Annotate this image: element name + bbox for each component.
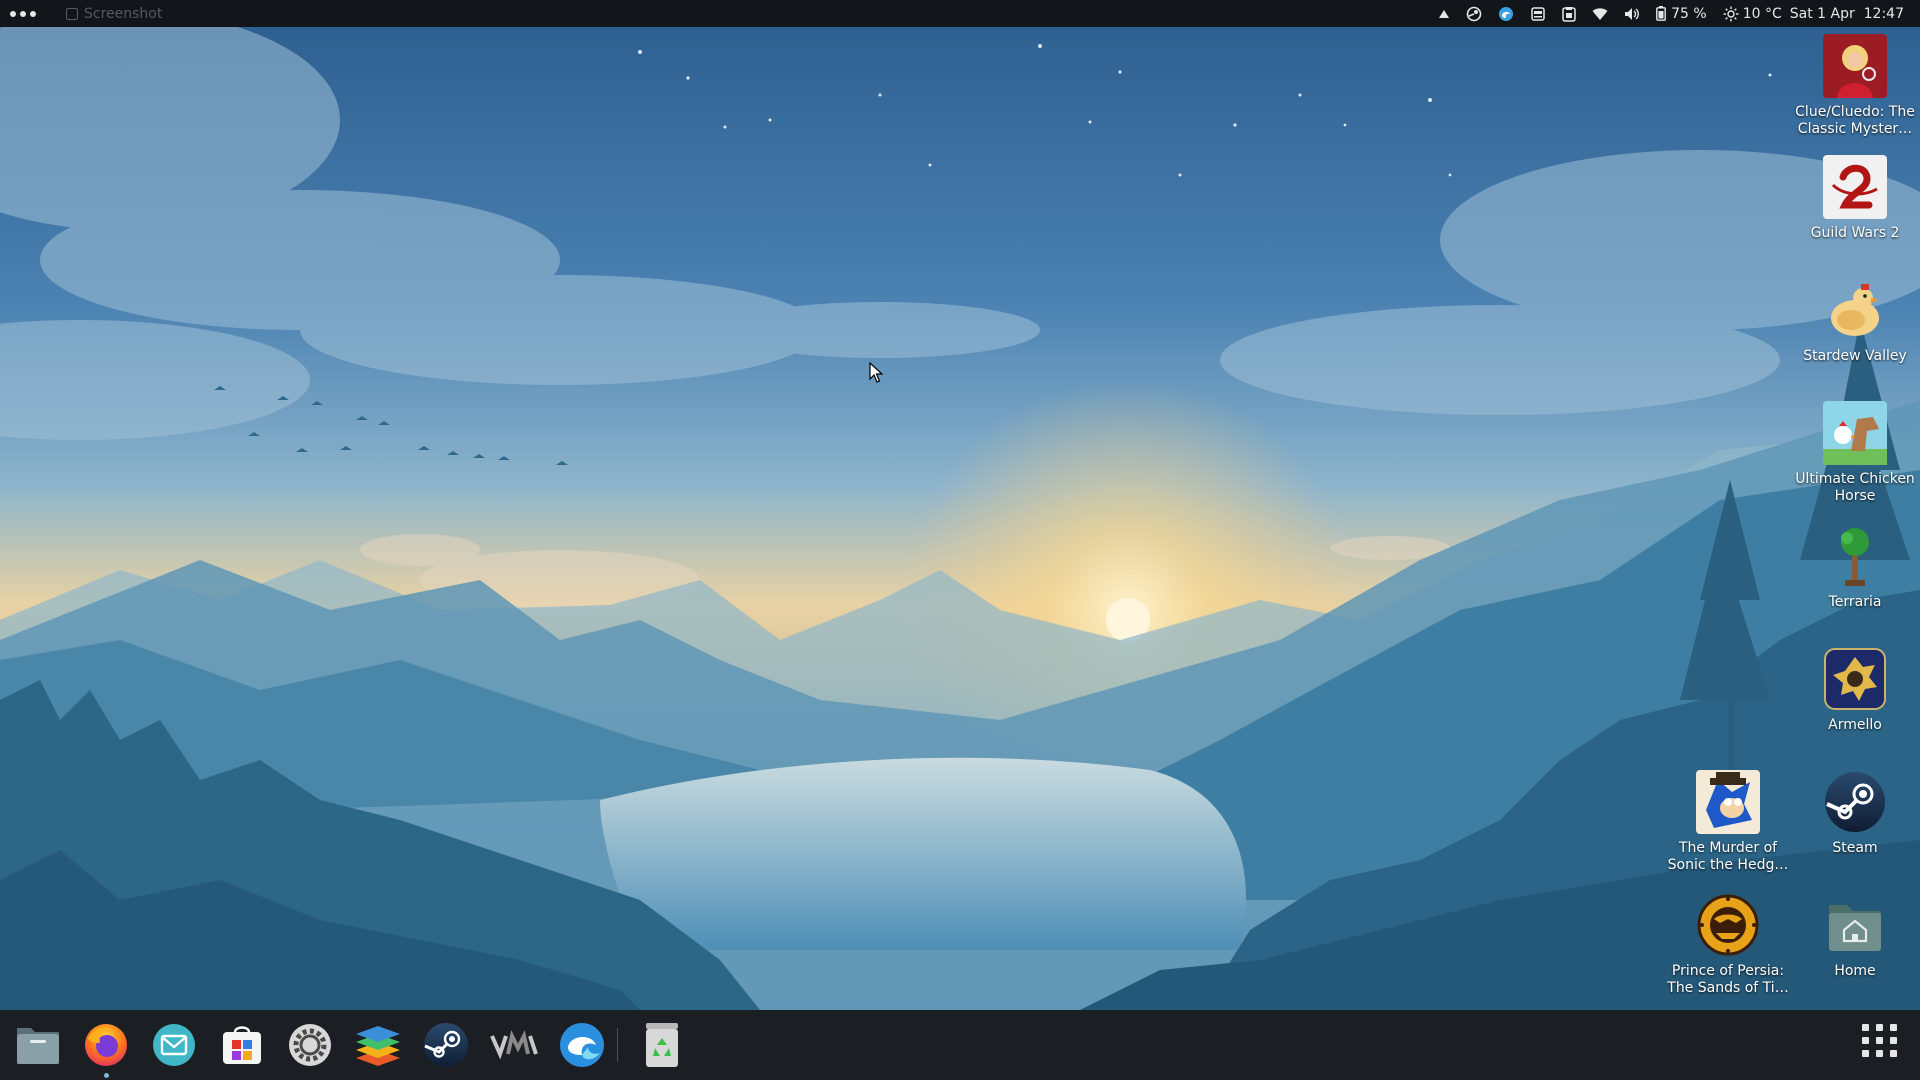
vm-icon — [490, 1030, 538, 1060]
desktop-icon-home[interactable]: Home — [1793, 893, 1917, 980]
volume-icon[interactable] — [1624, 0, 1640, 27]
desktop-icon-label: Home — [1834, 963, 1876, 979]
edge-tray-icon[interactable] — [1498, 0, 1514, 27]
system-tray: 75 % 10 °C Sat 1 Apr 12:47 — [1438, 0, 1904, 27]
battery-percentage: 75 % — [1671, 5, 1707, 22]
window-title-label: Screenshot — [84, 5, 163, 22]
murder-of-sonic-icon — [1696, 770, 1760, 834]
software-store-icon — [223, 1026, 261, 1064]
dock-files[interactable] — [13, 1020, 63, 1070]
dock-mail[interactable] — [149, 1020, 199, 1070]
desktop-icon-label: Stardew Valley — [1803, 348, 1907, 364]
running-indicator — [103, 1073, 109, 1078]
desktop-icon-clue-cluedo[interactable]: Clue/Cluedo: The Classic Myster… — [1793, 34, 1917, 138]
app-grid-dot — [1876, 1023, 1883, 1031]
files-icon — [17, 1028, 59, 1064]
dock-vm-app[interactable] — [489, 1020, 539, 1070]
dock-layers-app[interactable] — [353, 1020, 403, 1070]
settings-icon — [289, 1024, 331, 1066]
steam-icon — [1823, 770, 1887, 834]
desktop-icon-label: Guild Wars 2 — [1810, 225, 1900, 241]
weather-temperature: 10 °C — [1742, 5, 1782, 22]
stardew-valley-icon — [1823, 278, 1887, 342]
clipboard-icon[interactable] — [1562, 0, 1576, 27]
guild-wars-2-icon — [1823, 155, 1887, 219]
mouse-pointer-icon — [869, 362, 883, 383]
trash-icon — [646, 1023, 678, 1067]
dock-steam[interactable] — [421, 1020, 471, 1070]
app-grid-dot — [1862, 1023, 1869, 1031]
desktop-icon-guild-wars-2[interactable]: Guild Wars 2 — [1793, 155, 1917, 242]
dock — [0, 1010, 1920, 1080]
desktop-icon-ultimate-chicken-horse[interactable]: Ultimate Chicken Horse — [1793, 401, 1917, 505]
app-grid-dot — [1890, 1023, 1897, 1031]
desktop-icon-label: Clue/Cluedo: The Classic Myster… — [1795, 104, 1915, 137]
desktop-icon-label: Ultimate Chicken Horse — [1795, 471, 1915, 504]
armello-icon — [1823, 647, 1887, 711]
dock-firefox[interactable] — [81, 1020, 131, 1078]
desktop-icon-label: Prince of Persia: The Sands of Ti… — [1667, 963, 1789, 996]
focused-window-title[interactable]: Screenshot — [66, 6, 162, 22]
app-grid-dot — [1890, 1036, 1897, 1044]
desktop-icon-prince-of-persia[interactable]: Prince of Persia: The Sands of Ti… — [1666, 893, 1790, 997]
battery-indicator[interactable]: 75 % — [1656, 0, 1707, 27]
desktop-icon-terraria[interactable]: Terraria — [1793, 524, 1917, 611]
desktop-icon-stardew-valley[interactable]: Stardew Valley — [1793, 278, 1917, 365]
layers-app-icon — [356, 1026, 400, 1066]
desktop-icon-armello[interactable]: Armello — [1793, 647, 1917, 734]
desktop-icon-label: Armello — [1828, 717, 1882, 733]
app-grid-dot — [1876, 1036, 1883, 1044]
dock-separator — [617, 1028, 618, 1062]
edge-icon — [560, 1023, 604, 1067]
screenshot-app-icon — [66, 7, 78, 20]
dock-settings[interactable] — [285, 1020, 335, 1070]
dock-edge[interactable] — [557, 1020, 607, 1070]
desktop-wallpaper — [0, 0, 1920, 1080]
clock-weather[interactable]: 10 °C Sat 1 Apr 12:47 — [1723, 0, 1904, 27]
app-grid-dot — [1890, 1049, 1897, 1057]
steam-icon — [424, 1023, 468, 1067]
desktop-icon-label: The Murder of Sonic the Hedg… — [1667, 840, 1789, 873]
notification-icon[interactable] — [1438, 0, 1450, 27]
activities-dot — [30, 10, 36, 17]
mail-icon — [153, 1024, 195, 1066]
show-applications-button[interactable] — [1862, 1022, 1898, 1058]
terraria-icon — [1823, 524, 1887, 588]
top-bar: Screenshot 75 % 10 °C Sat 1 Apr 12:47 — [0, 0, 1920, 27]
firefox-icon — [85, 1024, 127, 1066]
activities-button[interactable] — [0, 0, 44, 27]
ultimate-chicken-horse-icon — [1823, 401, 1887, 465]
desktop-icon-label: Steam — [1832, 840, 1878, 856]
dock-software-store[interactable] — [217, 1020, 267, 1070]
dock-trash[interactable] — [637, 1020, 687, 1070]
prince-of-persia-icon — [1696, 893, 1760, 957]
desktop-icon-label: Terraria — [1828, 594, 1882, 610]
desktop-icon-murder-of-sonic[interactable]: The Murder of Sonic the Hedg… — [1666, 770, 1790, 874]
date-time: Sat 1 Apr 12:47 — [1789, 5, 1904, 22]
app-grid-dot — [1862, 1036, 1869, 1044]
app-grid-dot — [1862, 1049, 1869, 1057]
wifi-icon[interactable] — [1592, 0, 1608, 27]
clue-cluedo-icon — [1823, 34, 1887, 98]
home-folder-icon — [1823, 893, 1887, 957]
screencast-icon[interactable] — [1530, 0, 1546, 27]
battery-icon — [1656, 6, 1667, 21]
activities-dot — [10, 10, 16, 17]
steam-tray-icon[interactable] — [1466, 0, 1482, 27]
weather-sun-icon — [1723, 6, 1739, 21]
app-grid-dot — [1876, 1049, 1883, 1057]
desktop-icon-steam[interactable]: Steam — [1793, 770, 1917, 857]
activities-dot — [20, 10, 26, 17]
